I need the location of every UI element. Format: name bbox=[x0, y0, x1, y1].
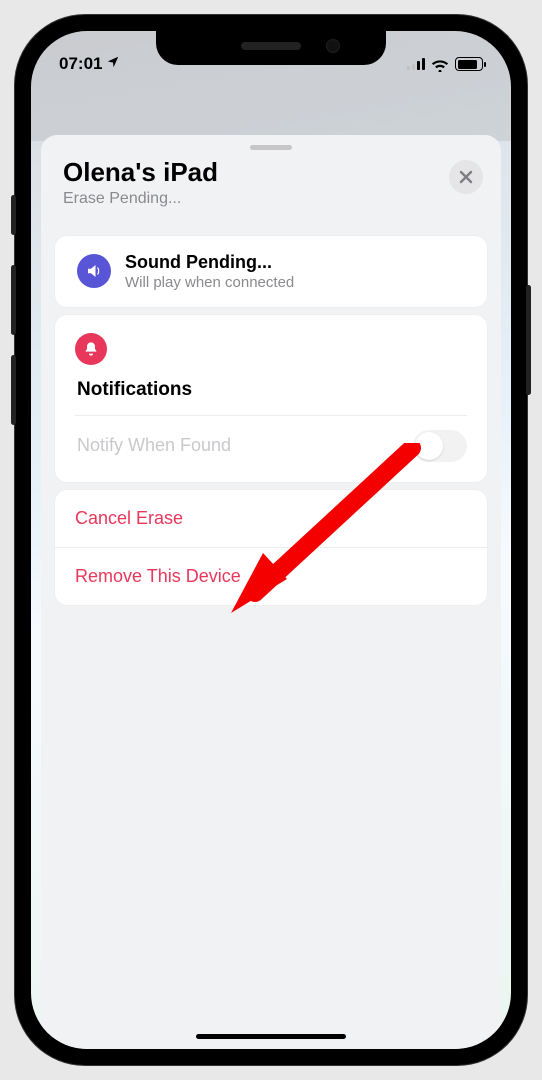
bell-icon bbox=[75, 333, 107, 365]
home-indicator[interactable] bbox=[196, 1034, 346, 1039]
sheet-title: Olena's iPad bbox=[63, 158, 218, 187]
volume-up-button bbox=[11, 265, 16, 335]
sound-pending-card: Sound Pending... Will play when connecte… bbox=[55, 236, 487, 307]
close-button[interactable] bbox=[449, 160, 483, 194]
location-icon bbox=[106, 55, 120, 73]
sheet-subtitle: Erase Pending... bbox=[63, 190, 218, 208]
phone-frame: 07:01 Olena's iPad Erase Pending... bbox=[15, 15, 527, 1065]
device-sheet: Olena's iPad Erase Pending... Sound Pend… bbox=[41, 135, 501, 1049]
volume-down-button bbox=[11, 355, 16, 425]
speaker-icon bbox=[77, 254, 111, 288]
remove-device-button[interactable]: Remove This Device bbox=[55, 548, 487, 605]
notify-when-found-row: Notify When Found bbox=[75, 416, 467, 476]
notifications-heading: Notifications bbox=[77, 379, 467, 401]
sound-pending-title: Sound Pending... bbox=[125, 252, 294, 273]
notify-when-found-label: Notify When Found bbox=[77, 435, 231, 456]
wifi-icon bbox=[431, 57, 449, 71]
sheet-grabber[interactable] bbox=[250, 145, 292, 150]
cancel-erase-button[interactable]: Cancel Erase bbox=[55, 490, 487, 547]
actions-card: Cancel Erase Remove This Device bbox=[55, 490, 487, 605]
sound-pending-subtitle: Will play when connected bbox=[125, 274, 294, 291]
cellular-signal-icon bbox=[407, 58, 425, 70]
notify-when-found-toggle[interactable] bbox=[413, 430, 467, 462]
notch bbox=[156, 31, 386, 65]
close-icon bbox=[459, 170, 473, 184]
screen: 07:01 Olena's iPad Erase Pending... bbox=[31, 31, 511, 1049]
status-time: 07:01 bbox=[59, 54, 102, 74]
power-button bbox=[526, 285, 531, 395]
battery-icon bbox=[455, 57, 483, 71]
notifications-card: Notifications Notify When Found bbox=[55, 315, 487, 482]
mute-switch bbox=[11, 195, 16, 235]
